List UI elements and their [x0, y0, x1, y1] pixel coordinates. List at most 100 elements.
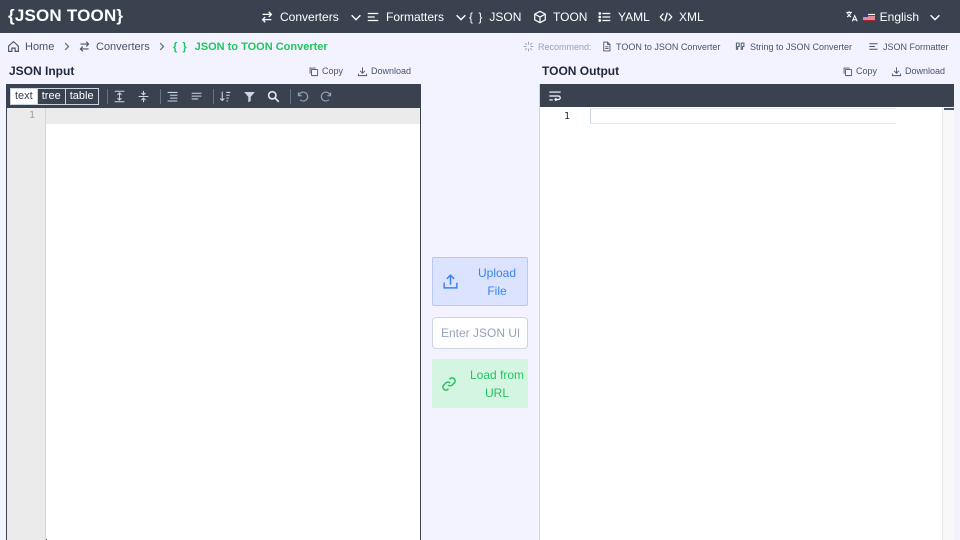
- output-download-label: Download: [905, 66, 946, 76]
- top-navbar: {JSON TOON} Converters Formatters { } JS…: [0, 0, 960, 33]
- word-wrap-icon[interactable]: [548, 89, 562, 103]
- upload-file-button[interactable]: Upload File: [432, 257, 528, 306]
- chevron-right-icon: [61, 33, 72, 60]
- sparkle-icon: [523, 41, 534, 52]
- list-icon: [598, 11, 611, 22]
- quote-icon: [735, 42, 745, 50]
- toolbar-divider: [290, 89, 291, 104]
- breadcrumb-home[interactable]: Home: [7, 33, 54, 60]
- json-input-title: JSON Input: [9, 64, 75, 78]
- nav-formatters-label: Formatters: [386, 9, 445, 24]
- breadcrumb-converters-label: Converters: [96, 40, 150, 53]
- copy-icon: [843, 67, 853, 76]
- sort-icon[interactable]: [218, 89, 233, 104]
- code-icon: [659, 11, 673, 22]
- recommend-toon-to-json[interactable]: TOON to JSON Converter: [601, 33, 720, 60]
- chevron-down-icon: [350, 14, 361, 21]
- output-active-line[interactable]: [590, 108, 896, 124]
- input-copy-button[interactable]: Copy: [308, 64, 343, 78]
- brand-logo[interactable]: {JSON TOON}: [8, 6, 123, 26]
- breadcrumb-current-label: JSON to TOON Converter: [194, 40, 328, 53]
- nav-formatters[interactable]: Formatters: [366, 0, 468, 33]
- output-line-number: 1: [564, 111, 571, 122]
- link-icon: [432, 376, 466, 392]
- toolbar-divider: [160, 89, 161, 104]
- mode-text-button[interactable]: text: [11, 89, 38, 104]
- output-copy-label: Copy: [856, 66, 878, 76]
- collapse-all-icon[interactable]: [136, 89, 151, 104]
- input-download-button[interactable]: Download: [357, 64, 411, 78]
- home-icon: [8, 40, 19, 52]
- output-scrollbar[interactable]: [942, 107, 954, 540]
- copy-icon: [309, 67, 319, 76]
- recommend-string-to-json[interactable]: String to JSON Converter: [735, 33, 852, 60]
- mode-table-button[interactable]: table: [66, 89, 98, 104]
- language-label: English: [879, 9, 919, 24]
- output-download-button[interactable]: Download: [891, 64, 945, 78]
- chevron-down-icon: [930, 14, 940, 21]
- nav-xml-label: XML: [679, 9, 704, 24]
- active-line-highlight: [7, 108, 420, 124]
- load-from-url-label: Load from URL: [469, 367, 525, 400]
- nav-converters-label: Converters: [280, 9, 339, 24]
- recommend-label: Recommend:: [523, 33, 592, 60]
- chevron-right-icon: [156, 33, 167, 60]
- download-icon: [891, 66, 902, 76]
- nav-yaml[interactable]: YAML: [598, 0, 650, 33]
- toon-output-title: TOON Output: [542, 64, 620, 78]
- braces-icon: { }: [469, 9, 484, 24]
- line-number: 1: [29, 110, 36, 121]
- language-selector[interactable]: English: [845, 0, 942, 33]
- format-icon[interactable]: [165, 89, 180, 104]
- toolbar-divider: [213, 89, 214, 104]
- nav-yaml-label: YAML: [618, 9, 650, 24]
- toon-output-editor: 1: [539, 84, 954, 540]
- output-toolbar: [540, 84, 954, 107]
- undo-icon[interactable]: [295, 89, 310, 104]
- json-input-editor: text tree table 1: [6, 84, 421, 540]
- nav-xml[interactable]: XML: [659, 0, 704, 33]
- filter-icon[interactable]: [242, 89, 257, 104]
- mode-tree-button[interactable]: tree: [38, 89, 66, 104]
- json-text-area[interactable]: [47, 124, 420, 540]
- nav-toon[interactable]: TOON: [533, 0, 587, 33]
- output-copy-button[interactable]: Copy: [842, 64, 877, 78]
- redo-icon[interactable]: [319, 89, 334, 104]
- input-copy-label: Copy: [322, 66, 344, 76]
- expand-all-icon[interactable]: [112, 89, 127, 104]
- breadcrumb-home-label: Home: [25, 40, 55, 53]
- arrows-swap-icon: [261, 10, 273, 23]
- nav-json[interactable]: { } JSON: [469, 0, 521, 33]
- load-from-url-button[interactable]: Load from URL: [432, 359, 528, 408]
- line-gutter: [7, 108, 46, 540]
- breadcrumb-current: { } JSON to TOON Converter: [173, 33, 328, 60]
- recommend-label-text: Recommend:: [538, 41, 592, 52]
- chevron-down-icon: [456, 14, 466, 21]
- braces-icon: { }: [173, 40, 188, 53]
- align-left-icon: [869, 43, 878, 50]
- compact-icon[interactable]: [189, 89, 204, 104]
- translate-icon: [845, 11, 858, 22]
- editor-toolbar: text tree table: [7, 85, 420, 108]
- nav-converters[interactable]: Converters: [260, 0, 363, 33]
- cube-icon: [534, 10, 546, 23]
- download-icon: [357, 66, 368, 76]
- recommend-toon-to-json-label: TOON to JSON Converter: [616, 41, 721, 52]
- align-left-icon: [367, 12, 379, 21]
- toolbar-divider: [107, 89, 108, 104]
- nav-json-label: JSON: [489, 9, 522, 24]
- upload-icon: [433, 273, 467, 290]
- arrows-swap-icon: [79, 41, 90, 52]
- json-url-input[interactable]: [432, 317, 528, 349]
- input-download-label: Download: [371, 66, 412, 76]
- recommend-json-formatter-label: JSON Formatter: [883, 41, 949, 52]
- us-flag-icon: [862, 12, 875, 21]
- recommend-json-formatter[interactable]: JSON Formatter: [868, 33, 949, 60]
- nav-toon-label: TOON: [553, 9, 588, 24]
- mode-switch: text tree table: [10, 88, 99, 105]
- recommend-string-to-json-label: String to JSON Converter: [750, 41, 853, 52]
- breadcrumb: Home Converters { } JSON to TOON Convert…: [0, 33, 960, 60]
- file-icon: [603, 41, 611, 52]
- breadcrumb-converters[interactable]: Converters: [78, 33, 150, 60]
- search-icon[interactable]: [266, 89, 281, 104]
